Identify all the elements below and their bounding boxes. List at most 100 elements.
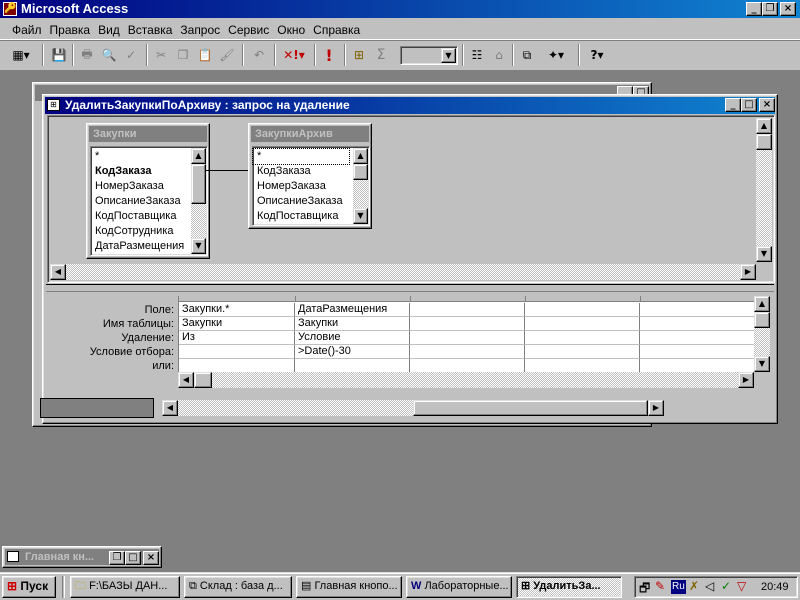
- cut-icon[interactable]: ✂: [150, 44, 172, 66]
- grid-cell-criteria[interactable]: [410, 345, 525, 359]
- build-icon[interactable]: ⌂: [488, 44, 510, 66]
- menu-tools[interactable]: Сервис: [224, 21, 273, 39]
- field-item[interactable]: НомерЗаказа: [253, 179, 326, 194]
- totals-icon[interactable]: Σ: [370, 44, 392, 66]
- table-pane-hscroll[interactable]: [50, 264, 756, 280]
- query-close-button[interactable]: ×: [759, 98, 775, 112]
- scroll-down-icon[interactable]: ▼: [353, 208, 368, 224]
- restore-button[interactable]: ❐: [762, 2, 778, 16]
- table-zakupki[interactable]: Закупки * КодЗаказа НомерЗаказа Описание…: [86, 123, 210, 259]
- save-icon[interactable]: 💾: [48, 44, 70, 66]
- menu-file[interactable]: Файл: [8, 21, 46, 39]
- field-item-selected[interactable]: *: [252, 148, 350, 165]
- grid-cell-or[interactable]: [410, 359, 525, 372]
- clock[interactable]: 20:49: [761, 580, 789, 594]
- grid-cell-table[interactable]: Закупки: [179, 317, 295, 331]
- grid-cell-delete[interactable]: [640, 331, 754, 345]
- scroll-left-icon[interactable]: ◀: [162, 400, 178, 416]
- grid-cell-criteria[interactable]: [525, 345, 640, 359]
- query-maximize-button[interactable]: □: [741, 98, 757, 112]
- scroll-up-icon[interactable]: ▲: [754, 296, 770, 312]
- scroll-right-icon[interactable]: ▶: [740, 264, 756, 280]
- grid-cell-or[interactable]: [525, 359, 640, 372]
- pane-splitter[interactable]: [46, 284, 774, 292]
- taskbar-item-word[interactable]: W Лабораторные...: [406, 576, 512, 598]
- grid-cell-delete[interactable]: [525, 331, 640, 345]
- field-item[interactable]: КодСотрудника: [91, 224, 174, 239]
- field-item[interactable]: ОписаниеЗаказа: [91, 194, 181, 209]
- database-window-icon[interactable]: ⧉: [516, 44, 538, 66]
- help-icon[interactable]: ? ▾: [582, 44, 612, 66]
- print-icon[interactable]: 🖶: [76, 44, 98, 66]
- tray-check-icon[interactable]: ✓: [721, 579, 731, 593]
- menu-view[interactable]: Вид: [94, 21, 124, 39]
- grid-cell-criteria[interactable]: [640, 345, 754, 359]
- print-preview-icon[interactable]: 🔍: [98, 44, 120, 66]
- scroll-right-icon[interactable]: ▶: [738, 372, 754, 388]
- grid-hscroll-thumb[interactable]: [194, 372, 212, 388]
- field-list-scroll-thumb[interactable]: [191, 164, 206, 204]
- grid-cell-table[interactable]: Закупки: [295, 317, 410, 331]
- start-button[interactable]: ⊞ Пуск: [2, 576, 56, 598]
- format-painter-icon[interactable]: 🖌: [216, 44, 238, 66]
- tray-tool-icon[interactable]: ✗: [689, 579, 699, 593]
- grid-cell-or[interactable]: [179, 359, 295, 372]
- maximize-button[interactable]: □: [125, 551, 141, 565]
- close-button[interactable]: ×: [780, 2, 796, 16]
- field-item[interactable]: *: [91, 149, 99, 164]
- grid-cell-or[interactable]: [295, 359, 410, 372]
- query-minimize-button[interactable]: _: [725, 98, 741, 112]
- language-indicator[interactable]: Ru: [671, 580, 686, 594]
- properties-icon[interactable]: ☷: [466, 44, 488, 66]
- copy-icon[interactable]: ❐: [172, 44, 194, 66]
- paste-icon[interactable]: 📋: [194, 44, 216, 66]
- grid-cell-criteria[interactable]: >Date()-30: [295, 345, 410, 359]
- chevron-down-icon[interactable]: ▼: [441, 48, 456, 63]
- grid-cell-field[interactable]: [410, 303, 525, 317]
- menu-insert[interactable]: Вставка: [124, 21, 177, 39]
- menu-edit[interactable]: Правка: [46, 21, 95, 39]
- field-list-scroll-thumb[interactable]: [353, 164, 368, 180]
- grid-cell-table[interactable]: [640, 317, 754, 331]
- menu-query[interactable]: Запрос: [176, 21, 224, 39]
- close-button[interactable]: ×: [143, 551, 159, 565]
- menu-help[interactable]: Справка: [309, 21, 364, 39]
- field-item[interactable]: ДатаРазмещения: [91, 239, 184, 254]
- new-object-icon[interactable]: ✦▾: [540, 44, 572, 66]
- field-item[interactable]: КодПоставщика: [253, 209, 338, 224]
- query-type-icon[interactable]: ✕!▾: [278, 44, 310, 66]
- table-title[interactable]: ЗакупкиАрхив: [251, 126, 369, 142]
- undo-icon[interactable]: ↶: [248, 44, 270, 66]
- field-item[interactable]: КодПоставщика: [91, 209, 176, 224]
- minimize-button[interactable]: _: [746, 2, 762, 16]
- grid-hscroll[interactable]: [178, 372, 754, 388]
- table-pane-vscroll-thumb[interactable]: [756, 134, 772, 150]
- grid-cell-table[interactable]: [525, 317, 640, 331]
- scroll-up-icon[interactable]: ▲: [756, 118, 772, 134]
- spelling-icon[interactable]: ✓: [120, 44, 142, 66]
- table-title[interactable]: Закупки: [89, 126, 207, 142]
- taskbar-item-folder[interactable]: 🗀 F:\БАЗЫ ДАН...: [70, 576, 180, 598]
- scroll-down-icon[interactable]: ▼: [756, 246, 772, 262]
- grid-cell-field[interactable]: [525, 303, 640, 317]
- tray-antivirus-icon[interactable]: ▽: [737, 579, 746, 593]
- table-zakupki-archive[interactable]: ЗакупкиАрхив * КодЗаказа НомерЗаказа Опи…: [248, 123, 372, 229]
- restore-button[interactable]: ❐: [109, 551, 125, 565]
- grid-cell-field[interactable]: Закупки.*: [179, 303, 295, 317]
- scroll-left-icon[interactable]: ◀: [178, 372, 194, 388]
- bg-window-hscroll-thumb[interactable]: [413, 400, 648, 416]
- grid-cell-delete[interactable]: Из: [179, 331, 295, 345]
- grid-cell-delete[interactable]: Условие: [295, 331, 410, 345]
- scroll-right-icon[interactable]: ▶: [648, 400, 664, 416]
- scroll-left-icon[interactable]: ◀: [50, 264, 66, 280]
- grid-cell-field[interactable]: [640, 303, 754, 317]
- run-icon[interactable]: !: [318, 44, 340, 66]
- grid-cell-delete[interactable]: [410, 331, 525, 345]
- scroll-up-icon[interactable]: ▲: [191, 148, 206, 164]
- grid-cell-field[interactable]: ДатаРазмещения: [295, 303, 410, 317]
- grid-vscroll-thumb[interactable]: [754, 312, 770, 328]
- tray-app-icon[interactable]: ✎: [655, 579, 665, 593]
- field-item[interactable]: КодЗаказа: [253, 164, 311, 179]
- scroll-up-icon[interactable]: ▲: [353, 148, 368, 164]
- view-icon[interactable]: ▦▾: [6, 44, 36, 66]
